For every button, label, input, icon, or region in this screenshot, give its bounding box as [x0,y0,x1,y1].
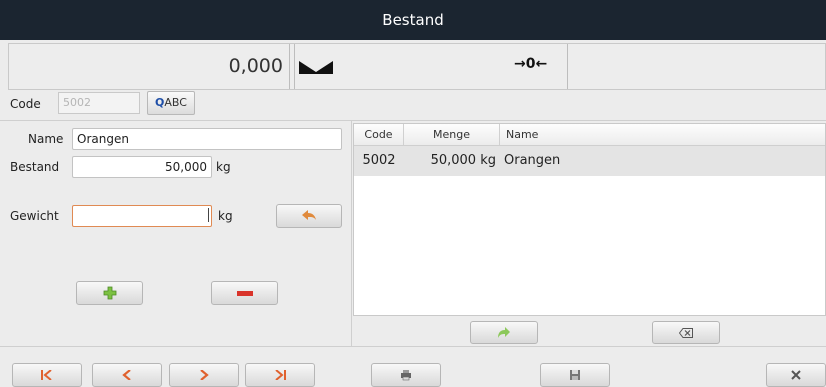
next-record-button[interactable] [169,363,239,387]
first-record-button[interactable] [12,363,82,387]
save-button[interactable] [540,363,610,387]
add-button[interactable] [76,281,143,305]
zero-indicator-icon: →0← [514,56,548,72]
save-icon [570,370,580,380]
undo-button[interactable] [276,204,342,228]
stock-label: Bestand [10,160,60,174]
weight-label: Gewicht [10,209,59,223]
undo-arrow-icon [302,210,316,220]
text-caret [208,208,209,222]
code-label: Code [10,97,41,111]
printer-icon [401,370,411,381]
print-button[interactable] [371,363,441,387]
stock-table: Code Menge Name 5002 50,000 kg Orangen [353,123,826,316]
previous-record-button[interactable] [92,363,162,387]
table-row[interactable]: 5002 50,000 kg Orangen [354,146,825,176]
plus-icon [103,286,116,300]
weight-readout: 0,000 [9,44,290,89]
close-button[interactable] [766,363,826,387]
scale-display: 0,000 →0← [8,43,826,90]
close-icon [791,370,801,380]
backspace-icon [679,328,693,338]
search-button-label: ABC [164,96,187,109]
column-header-name[interactable]: Name [506,124,538,145]
forward-button[interactable] [470,321,538,344]
weight-field[interactable] [72,205,212,227]
search-icon: Q [155,96,165,109]
column-header-menge[interactable]: Menge [404,124,500,145]
backspace-button[interactable] [652,321,720,344]
window-title: Bestand [0,0,826,40]
remove-button[interactable] [211,281,278,305]
stock-unit: kg [216,160,231,174]
code-input[interactable]: 5002 [58,92,140,114]
minus-icon [236,291,253,296]
row-menge: 50,000 kg [430,153,496,168]
last-record-button[interactable] [245,363,315,387]
first-page-icon [41,370,52,380]
next-icon [200,370,209,380]
panel-divider [351,121,352,346]
search-abc-button[interactable]: QABC [147,91,195,115]
last-page-icon [275,370,286,380]
name-field[interactable]: Orangen [72,128,342,150]
table-header: Code Menge Name [354,124,825,146]
row-code: 5002 [362,153,396,168]
name-label: Name [28,132,64,146]
toolbar-divider [0,346,826,347]
weight-unit: kg [218,209,233,223]
section-divider [0,120,826,121]
gross-weight-icon [299,61,333,74]
previous-icon [122,370,131,380]
column-header-code[interactable]: Code [354,124,404,145]
row-name: Orangen [504,153,561,168]
stock-field[interactable]: 50,000 [72,156,212,178]
forward-arrow-icon [498,327,510,338]
scale-divider [567,44,568,89]
scale-divider [294,44,295,89]
